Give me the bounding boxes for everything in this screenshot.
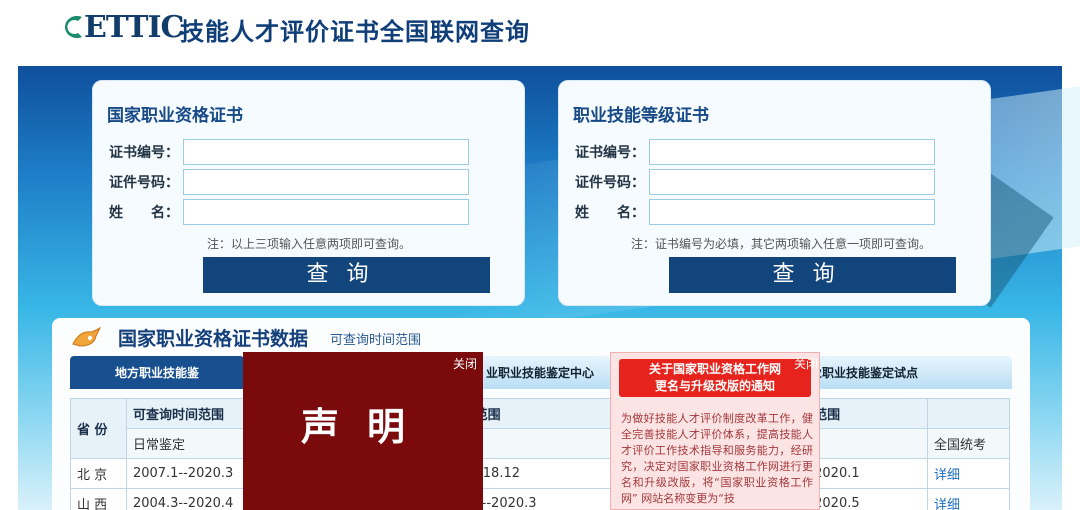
id-number-label: 证件号码： [109, 175, 179, 191]
province-cell: 山 西 [70, 488, 127, 510]
national-exam-header: 全国统考 [927, 428, 1010, 459]
detail-link[interactable]: 详细 [934, 498, 960, 510]
logo-text: ETTIC [84, 9, 184, 45]
ettic-logo[interactable]: ETTIC [60, 9, 184, 45]
detail-link[interactable]: 详细 [934, 468, 960, 483]
name-label: 姓 名： [575, 205, 645, 221]
section-subtitle: 可查询时间范围 [330, 333, 422, 348]
cert-number-input[interactable] [649, 139, 935, 165]
tab-industry-center[interactable]: 业职业技能鉴定中心 [470, 356, 610, 389]
table-row: 山 西 2004.3--2020.4 详细 吉 林 2009--2020.3 2… [70, 488, 1010, 510]
table-header-row: 省 份 可查询时间范围 时间范围 范围 [70, 398, 1010, 459]
panel-title: 职业技能等级证书 [573, 106, 709, 126]
range-cell: 2020.1 [807, 458, 929, 489]
range-cell: 2020.5 [807, 488, 929, 510]
table-subheader-row: 日常鉴定 鉴定 全国统考 [71, 428, 1010, 459]
cert-number-input[interactable] [183, 139, 469, 165]
query-button[interactable]: 查询 [203, 257, 490, 293]
declaration-close-button[interactable]: 关闭 [453, 355, 477, 372]
name-row: 姓 名： [573, 199, 935, 225]
province-header: 省 份 [70, 398, 127, 459]
search-note: 注：以上三项输入任意两项即可查询。 [207, 237, 412, 251]
cert-number-label: 证书编号： [575, 145, 645, 161]
notice-heading-line2: 更名与升级改版的通知 [654, 379, 775, 393]
skill-level-search-panel: 职业技能等级证书 证书编号： 证件号码： 姓 名： 注：证书编号为必填，其它两项… [558, 80, 991, 306]
notice-close-button[interactable]: 关闭 [794, 355, 818, 372]
notice-popup[interactable]: 关于国家职业资格工作网 更名与升级改版的通知 关闭 为做好技能人才评价制度改革工… [610, 352, 820, 510]
name-input[interactable] [183, 199, 469, 225]
logo-swoosh-icon [65, 16, 82, 38]
search-note: 注：证书编号为必填，其它两项输入任意一项即可查询。 [631, 237, 932, 251]
declaration-title: 声明 [301, 405, 434, 449]
qualification-search-panel: 国家职业资格证书 证书编号： 证件号码： 姓 名： 注：以上三项输入任意两项即可… [92, 80, 525, 306]
id-number-label: 证件号码： [575, 175, 645, 191]
tab-industry-pilot[interactable]: 业职业技能鉴定试点 [800, 356, 1012, 389]
site-title: 技能人才评价证书全国联网查询 [180, 18, 530, 46]
site-header: ETTIC 技能人才评价证书全国联网查询 [0, 0, 1080, 62]
panel-title: 国家职业资格证书 [107, 106, 243, 126]
query-range-table: 省 份 可查询时间范围 时间范围 范围 日常鉴定 鉴定 全国统考 北 京 200… [70, 398, 1010, 510]
declaration-popup[interactable]: 声明 [243, 352, 483, 510]
name-input[interactable] [649, 199, 935, 225]
query-button[interactable]: 查询 [669, 257, 956, 293]
id-number-input[interactable] [649, 169, 935, 195]
name-label: 姓 名： [109, 205, 179, 221]
cert-number-label: 证书编号： [109, 145, 179, 161]
tab-local-appraisal[interactable]: 地方职业技能鉴 [70, 356, 244, 389]
range-header: 范围 [807, 398, 929, 429]
notice-heading-line1: 关于国家职业资格工作网 [648, 362, 781, 376]
notice-body: 为做好技能人才评价制度改革工作，健全完善技能人才评价体系，提高技能人才评价工作技… [621, 412, 813, 505]
section-title: 国家职业资格证书数据 [118, 328, 309, 350]
province-cell: 北 京 [70, 458, 127, 489]
id-number-input[interactable] [183, 169, 469, 195]
notice-heading[interactable]: 关于国家职业资格工作网 更名与升级改版的通知 [619, 359, 811, 397]
cert-number-row: 证书编号： [573, 139, 935, 165]
pen-nib-icon [72, 326, 102, 347]
id-number-row: 证件号码： [573, 169, 935, 195]
name-row: 姓 名： [107, 199, 469, 225]
table-row: 北 京 2007.1--2020.3 1--2018.12 2020.1 详细 [70, 458, 1010, 489]
id-number-row: 证件号码： [107, 169, 469, 195]
cert-number-row: 证书编号： [107, 139, 469, 165]
